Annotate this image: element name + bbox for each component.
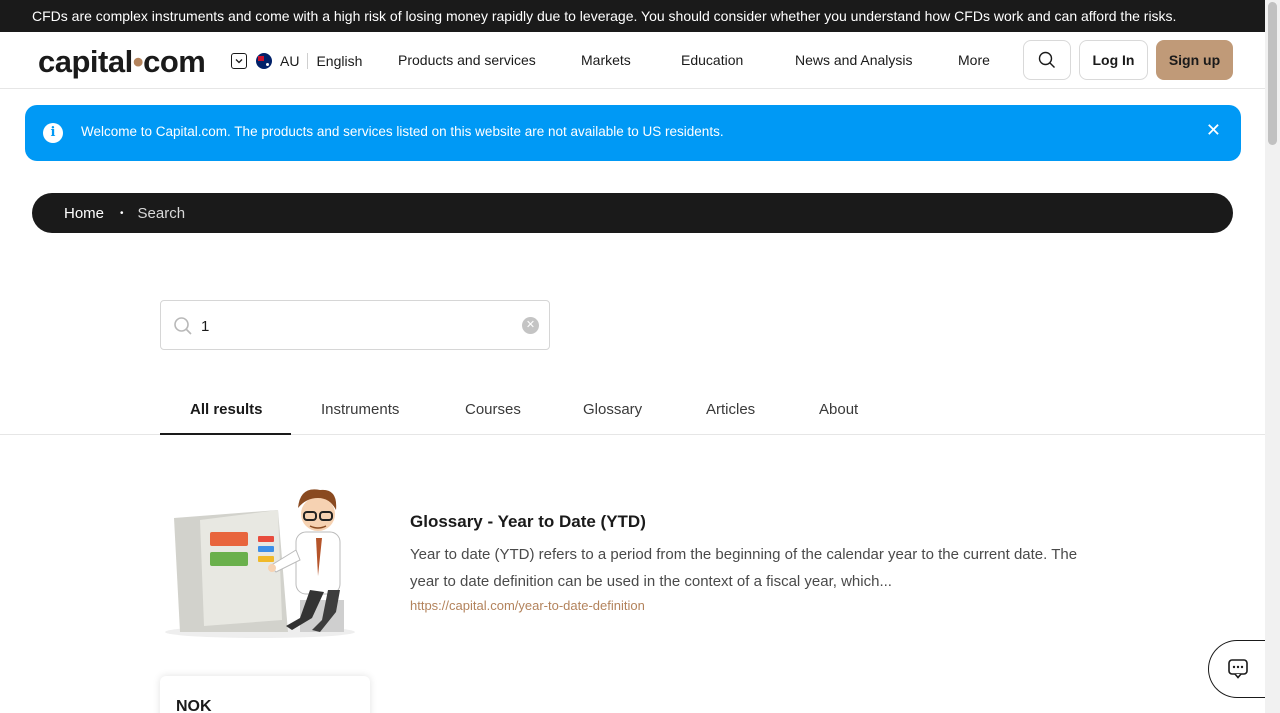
chevron-down-icon[interactable]: [231, 53, 247, 69]
logo-text-left: capital: [38, 44, 133, 79]
capital-com-logo[interactable]: capital•com: [38, 44, 206, 80]
signup-button[interactable]: Sign up: [1156, 40, 1233, 80]
us-residents-notice: i Welcome to Capital.com. The products a…: [25, 105, 1241, 161]
page-scrollbar[interactable]: [1265, 0, 1280, 713]
logo-text-right: com: [143, 44, 206, 79]
clear-search-icon[interactable]: ✕: [522, 317, 539, 334]
risk-warning-text: CFDs are complex instruments and come wi…: [32, 8, 1177, 24]
result-title[interactable]: Glossary - Year to Date (YTD): [410, 512, 646, 532]
nav-more[interactable]: More: [958, 52, 990, 68]
tab-articles[interactable]: Articles: [706, 401, 755, 418]
breadcrumb-home[interactable]: Home: [64, 205, 104, 222]
login-button[interactable]: Log In: [1079, 40, 1148, 80]
glossary-illustration[interactable]: [160, 480, 370, 640]
risk-warning-bar: CFDs are complex instruments and come wi…: [0, 0, 1265, 32]
search-box: ✕: [160, 300, 550, 350]
header-search-button[interactable]: [1023, 40, 1071, 80]
tab-about[interactable]: About: [819, 401, 858, 418]
close-icon[interactable]: ✕: [1206, 120, 1221, 141]
logo-dot: •: [132, 44, 144, 79]
result-tabs: All results Instruments Courses Glossary…: [0, 388, 1265, 435]
chat-icon: [1227, 659, 1248, 679]
result-url-link[interactable]: https://capital.com/year-to-date-definit…: [410, 598, 645, 613]
language-label[interactable]: English: [316, 53, 362, 69]
result-description: Year to date (YTD) refers to a period fr…: [410, 546, 1078, 590]
tab-glossary[interactable]: Glossary: [583, 401, 642, 418]
divider: [307, 53, 309, 69]
site-header: capital•com AU English Products and serv…: [0, 32, 1265, 89]
scrollbar-thumb[interactable]: [1268, 2, 1277, 145]
nav-products-and-services[interactable]: Products and services: [398, 52, 536, 68]
tab-instruments[interactable]: Instruments: [321, 401, 399, 418]
australia-flag-icon: [256, 53, 272, 69]
info-icon: i: [43, 123, 63, 143]
instrument-name: NOK: [176, 698, 212, 713]
breadcrumb-separator: •: [120, 207, 124, 219]
search-icon: [1038, 51, 1055, 68]
search-input[interactable]: [201, 313, 501, 339]
search-icon: [174, 317, 192, 335]
region-language-selector[interactable]: AU English: [231, 52, 362, 70]
tab-courses[interactable]: Courses: [465, 401, 521, 418]
region-code[interactable]: AU: [280, 53, 299, 69]
notice-message: Welcome to Capital.com. The products and…: [81, 124, 724, 139]
chat-support-button[interactable]: [1208, 640, 1268, 698]
nav-news-and-analysis[interactable]: News and Analysis: [795, 52, 913, 68]
tab-all-results[interactable]: All results: [190, 401, 263, 418]
nav-markets[interactable]: Markets: [581, 52, 631, 68]
breadcrumb-current: Search: [137, 204, 186, 222]
nav-education[interactable]: Education: [681, 52, 743, 68]
instrument-card[interactable]: NOK: [160, 676, 370, 713]
active-tab-indicator: [160, 433, 291, 435]
breadcrumb: Home • Search: [32, 193, 1233, 233]
